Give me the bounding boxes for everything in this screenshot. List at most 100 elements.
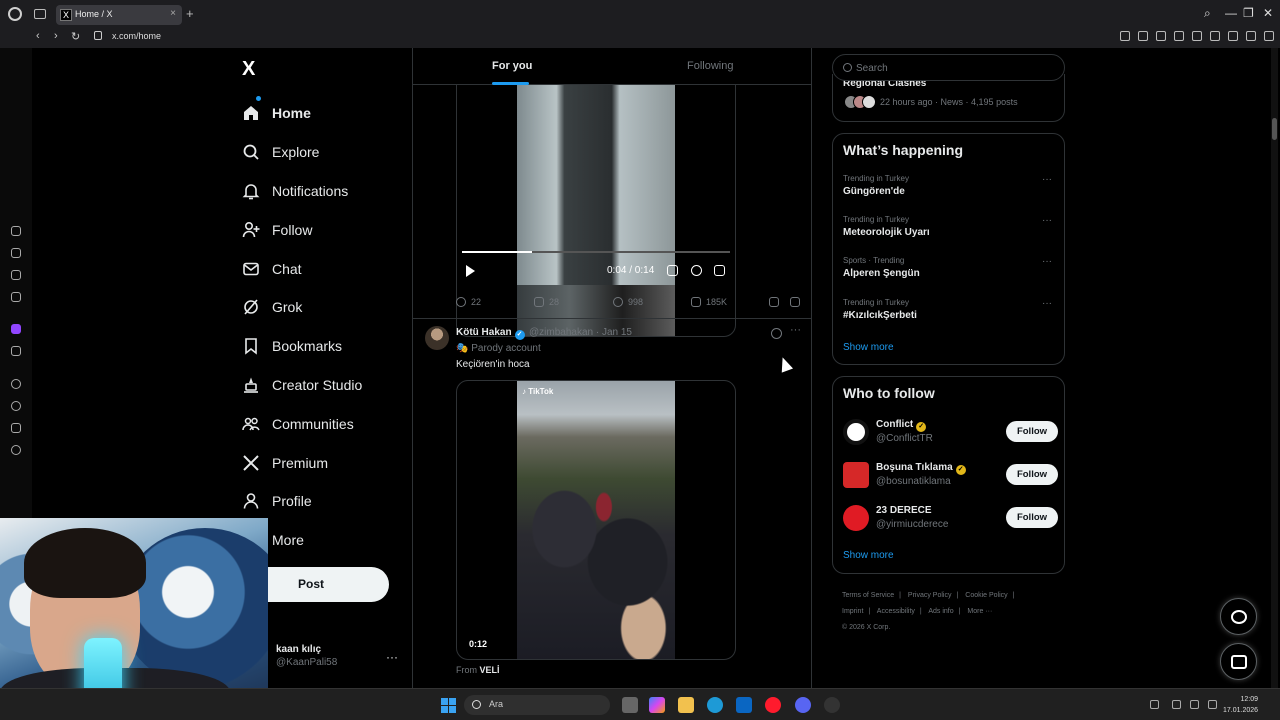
reload-icon[interactable]: ↻ xyxy=(71,30,80,43)
page-scrollbar[interactable] xyxy=(1271,48,1278,688)
trend-item[interactable]: Sports · Trending Alperen Şengün ··· xyxy=(843,256,1058,292)
nav-explore[interactable]: Explore xyxy=(242,133,362,172)
follow-button[interactable]: Follow xyxy=(1006,464,1058,485)
show-more-link[interactable]: Show more xyxy=(843,550,894,561)
nav-chat[interactable]: Chat xyxy=(242,249,362,288)
mute-icon[interactable] xyxy=(667,265,678,276)
lock-icon[interactable] xyxy=(94,31,102,40)
shield-icon[interactable] xyxy=(1156,31,1166,41)
x-logo[interactable]: X xyxy=(242,58,255,81)
account-icon[interactable] xyxy=(1228,31,1238,41)
nav-premium[interactable]: Premium xyxy=(242,443,362,482)
tray-chevron-icon[interactable] xyxy=(1150,700,1159,709)
opera-taskbar-icon[interactable] xyxy=(765,697,781,713)
account-switcher[interactable]: kaan kılıç @KaanPali58 xyxy=(276,644,337,668)
nav-grok[interactable]: Grok xyxy=(242,288,362,327)
tab-islands-icon[interactable] xyxy=(34,9,46,19)
new-tab-button[interactable]: + xyxy=(186,6,194,21)
follow-suggestion[interactable]: Conflict ✓ @ConflictTR Follow xyxy=(843,417,1058,447)
minimize-icon[interactable]: — xyxy=(1225,6,1237,20)
footer-link[interactable]: Accessibility xyxy=(877,608,915,615)
player-icon[interactable] xyxy=(11,379,21,389)
settings-icon[interactable] xyxy=(11,445,21,455)
follow-suggestion[interactable]: 23 DERECE @yirmiucderece Follow xyxy=(843,503,1058,533)
repost-button[interactable]: 28 xyxy=(534,297,559,307)
browser-tab-home[interactable]: X Home / X × xyxy=(56,5,182,25)
task-view-icon[interactable] xyxy=(622,697,638,713)
taskbar-clock[interactable]: 12:09 17.01.2026 xyxy=(1223,694,1258,716)
url-field[interactable]: x.com/home xyxy=(112,31,161,41)
battery-icon[interactable] xyxy=(1208,700,1217,709)
trend-item[interactable]: Trending in Turkey #KızılcıkŞerbeti ··· xyxy=(843,298,1058,334)
tweet-author-handle[interactable]: @zimbahakan · Jan 15 xyxy=(529,327,632,338)
twitch-icon[interactable] xyxy=(11,324,21,334)
taskbar-search[interactable]: Ara xyxy=(464,695,610,715)
nav-creator-studio[interactable]: Creator Studio xyxy=(242,366,362,405)
footer-link[interactable]: Imprint xyxy=(842,608,863,615)
tweet-video-player[interactable]: ♪ TikTok 0:12 xyxy=(456,380,736,660)
follow-suggestion[interactable]: Boşuna Tıklama ✓ @bosunatiklama Follow xyxy=(843,460,1058,490)
nav-follow[interactable]: Follow xyxy=(242,210,362,249)
nav-profile[interactable]: Profile xyxy=(242,482,362,521)
follow-button[interactable]: Follow xyxy=(1006,421,1058,442)
play-icon[interactable] xyxy=(1192,31,1202,41)
video-progress-bar[interactable] xyxy=(462,251,730,253)
wallet-icon[interactable] xyxy=(11,270,21,280)
trend-item[interactable]: Trending in Turkey Güngören'de ··· xyxy=(843,174,1058,210)
fullscreen-icon[interactable] xyxy=(714,265,725,276)
x-sidebar-icon[interactable] xyxy=(11,346,21,356)
bookmark-button[interactable] xyxy=(769,297,784,307)
footer-link[interactable]: More ··· xyxy=(967,608,992,615)
trend-more-icon[interactable]: ··· xyxy=(1042,215,1052,226)
pin-icon[interactable] xyxy=(1120,31,1130,41)
nav-notifications[interactable]: Notifications xyxy=(242,172,362,211)
volume-icon[interactable] xyxy=(1190,700,1199,709)
search-tabs-icon[interactable]: ⌕ xyxy=(1204,6,1211,21)
opera-logo-icon[interactable] xyxy=(8,7,22,21)
nav-bookmarks[interactable]: Bookmarks xyxy=(242,327,362,366)
edge-icon[interactable] xyxy=(707,697,723,713)
workspace-icon[interactable] xyxy=(11,248,21,258)
tab-close-icon[interactable]: × xyxy=(170,8,176,19)
discord-icon[interactable] xyxy=(795,697,811,713)
ai-icon[interactable] xyxy=(1246,31,1256,41)
restore-icon[interactable]: ❐ xyxy=(1243,6,1254,20)
from-source-link[interactable]: VELİ xyxy=(480,665,500,675)
trend-more-icon[interactable]: ··· xyxy=(1042,298,1052,309)
aria-icon[interactable] xyxy=(11,226,21,236)
copilot-icon[interactable] xyxy=(649,697,665,713)
translate-icon[interactable] xyxy=(1174,31,1184,41)
footer-link[interactable]: Ads info xyxy=(928,608,953,615)
follow-button[interactable]: Follow xyxy=(1006,507,1058,528)
show-more-link[interactable]: Show more xyxy=(843,342,894,353)
tweet-more-icon[interactable]: ··· xyxy=(790,324,801,336)
network-icon[interactable] xyxy=(1172,700,1181,709)
windows-start-icon[interactable] xyxy=(441,698,456,713)
grok-icon[interactable] xyxy=(771,328,782,339)
trend-more-icon[interactable]: ··· xyxy=(1042,256,1052,267)
messenger-icon[interactable] xyxy=(11,292,21,302)
menu-icon[interactable] xyxy=(1264,31,1274,41)
trending-news-card[interactable]: Regional Clashes 22 hours ago · News · 4… xyxy=(832,74,1065,122)
steam-icon[interactable] xyxy=(824,697,840,713)
account-more-icon[interactable]: ··· xyxy=(386,650,398,664)
tweet-author-name[interactable]: Kötü Hakan ✓ xyxy=(456,327,525,340)
forward-icon[interactable]: › xyxy=(54,30,58,42)
footer-link[interactable]: Terms of Service xyxy=(842,592,894,599)
heart-icon[interactable] xyxy=(1210,31,1220,41)
nav-home[interactable]: Home xyxy=(242,94,362,133)
footer-link[interactable]: Cookie Policy xyxy=(965,592,1007,599)
play-icon[interactable] xyxy=(466,265,475,277)
video-settings-icon[interactable] xyxy=(691,265,702,276)
search-input[interactable] xyxy=(856,60,1056,76)
store-icon[interactable] xyxy=(736,697,752,713)
history-icon[interactable] xyxy=(11,401,21,411)
trend-more-icon[interactable]: ··· xyxy=(1042,174,1052,185)
avatar[interactable] xyxy=(425,326,449,350)
back-icon[interactable]: ‹ xyxy=(36,30,40,42)
like-button[interactable]: 998 xyxy=(613,297,643,307)
share-button[interactable] xyxy=(790,297,805,307)
messages-floating-button[interactable] xyxy=(1220,643,1257,680)
tab-for-you[interactable]: For you xyxy=(492,60,532,72)
nav-communities[interactable]: Communities xyxy=(242,404,362,443)
